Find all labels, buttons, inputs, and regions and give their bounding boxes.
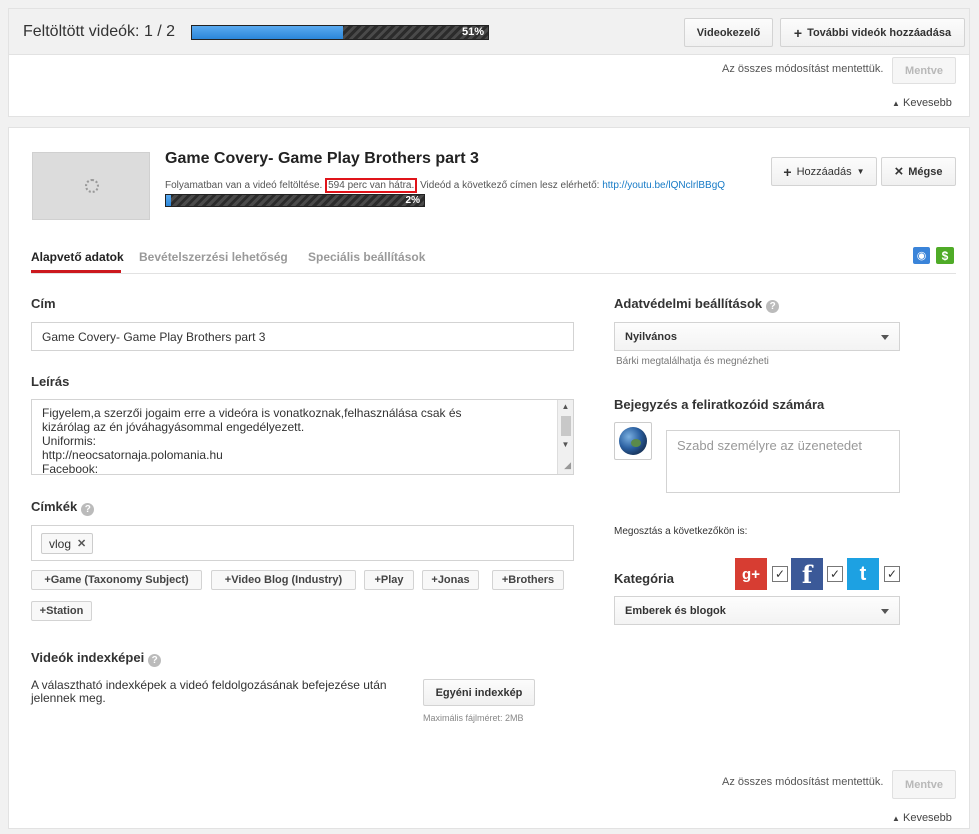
tag-suggestion[interactable]: +Station	[31, 601, 92, 621]
close-icon: ×	[894, 163, 904, 180]
title-input[interactable]: Game Covery- Game Play Brothers part 3	[31, 322, 574, 351]
privacy-hint: Bárki megtalálhatja és megnézheti	[616, 356, 769, 367]
uploaded-count: Feltöltött videók: 1 / 2	[23, 23, 176, 40]
max-file-size: Maximális fájlméret: 2MB	[423, 713, 524, 723]
video-edit-panel: Game Covery- Game Play Brothers part 3 F…	[8, 127, 970, 829]
description-textarea[interactable]: Figyelem,a szerzői jogaim erre a videóra…	[31, 399, 574, 475]
tab-basic-info[interactable]: Alapvető adatok	[31, 250, 124, 264]
subscriber-message-input[interactable]: Szabd személyre az üzenetedet	[666, 430, 900, 493]
video-upload-progress: 2%	[165, 194, 425, 207]
video-thumbnail	[32, 152, 150, 220]
tab-advanced-settings[interactable]: Speciális beállítások	[308, 250, 425, 264]
less-link[interactable]: ▲ Kevesebb	[892, 97, 952, 109]
saved-button[interactable]: Mentve	[892, 770, 956, 799]
globe-icon: ◉	[913, 247, 930, 264]
less-link[interactable]: ▲ Kevesebb	[892, 812, 952, 824]
caret-down-icon	[881, 608, 889, 614]
upload-status-line: Folyamatban van a videó feltöltése. 594 …	[165, 178, 726, 193]
tab-monetization[interactable]: Bevételszerzési lehetőség	[139, 250, 288, 264]
title-label: Cím	[31, 296, 56, 311]
active-tab-indicator	[31, 270, 121, 273]
add-to-button[interactable]: + Hozzáadás ▼	[771, 157, 877, 186]
triangle-up-icon: ▲	[892, 814, 900, 823]
saved-note: Az összes módosítást mentettük.	[722, 63, 884, 75]
google-plus-icon[interactable]: g+	[735, 558, 767, 590]
scroll-down-icon[interactable]: ▼	[558, 438, 573, 452]
post-label: Bejegyzés a feliratkozóid számára	[614, 397, 825, 412]
help-icon[interactable]: ?	[81, 503, 95, 516]
facebook-icon[interactable]: f	[791, 558, 823, 590]
total-upload-progress-fill	[192, 26, 343, 39]
google-plus-checkbox[interactable]: ✓	[772, 566, 788, 582]
twitter-checkbox[interactable]: ✓	[884, 566, 900, 582]
scroll-up-icon[interactable]: ▲	[558, 400, 573, 414]
saved-button[interactable]: Mentve	[892, 57, 956, 84]
tag-suggestion[interactable]: +Video Blog (Industry)	[211, 570, 356, 590]
tag-suggestion[interactable]: +Jonas	[422, 570, 479, 590]
privacy-select[interactable]: Nyilvános	[614, 322, 900, 351]
description-label: Leírás	[31, 374, 70, 389]
tags-label: Címkék?	[31, 499, 95, 516]
privacy-label: Adatvédelmi beállítások?	[614, 296, 780, 313]
upload-status-bar: Feltöltött videók: 1 / 2 51% Videokezelő…	[8, 8, 970, 55]
help-icon[interactable]: ?	[766, 300, 780, 313]
tag-suggestion[interactable]: +Game (Taxonomy Subject)	[31, 570, 202, 590]
tag-chip: vlog ✕	[41, 533, 94, 554]
caret-down-icon	[881, 334, 889, 340]
earth-globe-icon	[619, 427, 647, 455]
loading-spinner-icon	[85, 179, 99, 193]
first-video-panel: Az összes módosítást mentettük. Mentve ▲…	[8, 55, 970, 117]
twitter-icon[interactable]: t	[847, 558, 879, 590]
total-upload-percent: 51%	[461, 26, 484, 38]
time-left: 594 perc van hátra.	[325, 178, 418, 193]
custom-thumbnail-button[interactable]: Egyéni indexkép	[423, 679, 535, 706]
scroll-thumb[interactable]	[561, 416, 571, 436]
thumbnails-text: A választható indexképek a videó feldolg…	[31, 678, 387, 705]
thumbnails-label: Videók indexképei?	[31, 650, 162, 667]
video-upload-progress-fill	[166, 195, 172, 206]
tag-suggestion[interactable]: +Brothers	[492, 570, 564, 590]
tag-suggestion[interactable]: +Play	[364, 570, 414, 590]
tab-bar: Alapvető adatok Bevételszerzési lehetősé…	[31, 236, 956, 274]
plus-icon: +	[783, 163, 792, 180]
share-label: Megosztás a következőkön is:	[614, 526, 748, 537]
cancel-button[interactable]: × Mégse	[881, 157, 956, 186]
avatar	[614, 422, 652, 460]
caret-down-icon: ▼	[856, 167, 865, 176]
category-label: Kategória	[614, 571, 674, 586]
video-upload-percent: 2%	[405, 195, 420, 206]
video-manager-button[interactable]: Videokezelő	[684, 18, 773, 47]
dollar-icon: $	[936, 247, 954, 264]
facebook-checkbox[interactable]: ✓	[827, 566, 843, 582]
video-url-link[interactable]: http://youtu.be/lQNclrlBBgQ	[602, 180, 725, 191]
video-title: Game Covery- Game Play Brothers part 3	[165, 150, 479, 167]
total-upload-progress: 51%	[191, 25, 489, 40]
help-icon[interactable]: ?	[148, 654, 162, 667]
remove-tag-icon[interactable]: ✕	[77, 537, 86, 550]
category-select[interactable]: Emberek és blogok	[614, 596, 900, 625]
saved-note: Az összes módosítást mentettük.	[722, 776, 884, 788]
plus-icon: +	[793, 24, 803, 41]
triangle-up-icon: ▲	[892, 99, 900, 108]
tags-input[interactable]: vlog ✕	[31, 525, 574, 561]
resize-grip-icon[interactable]: ◢	[564, 458, 571, 472]
add-more-videos-button[interactable]: + További videók hozzáadása	[780, 18, 965, 47]
